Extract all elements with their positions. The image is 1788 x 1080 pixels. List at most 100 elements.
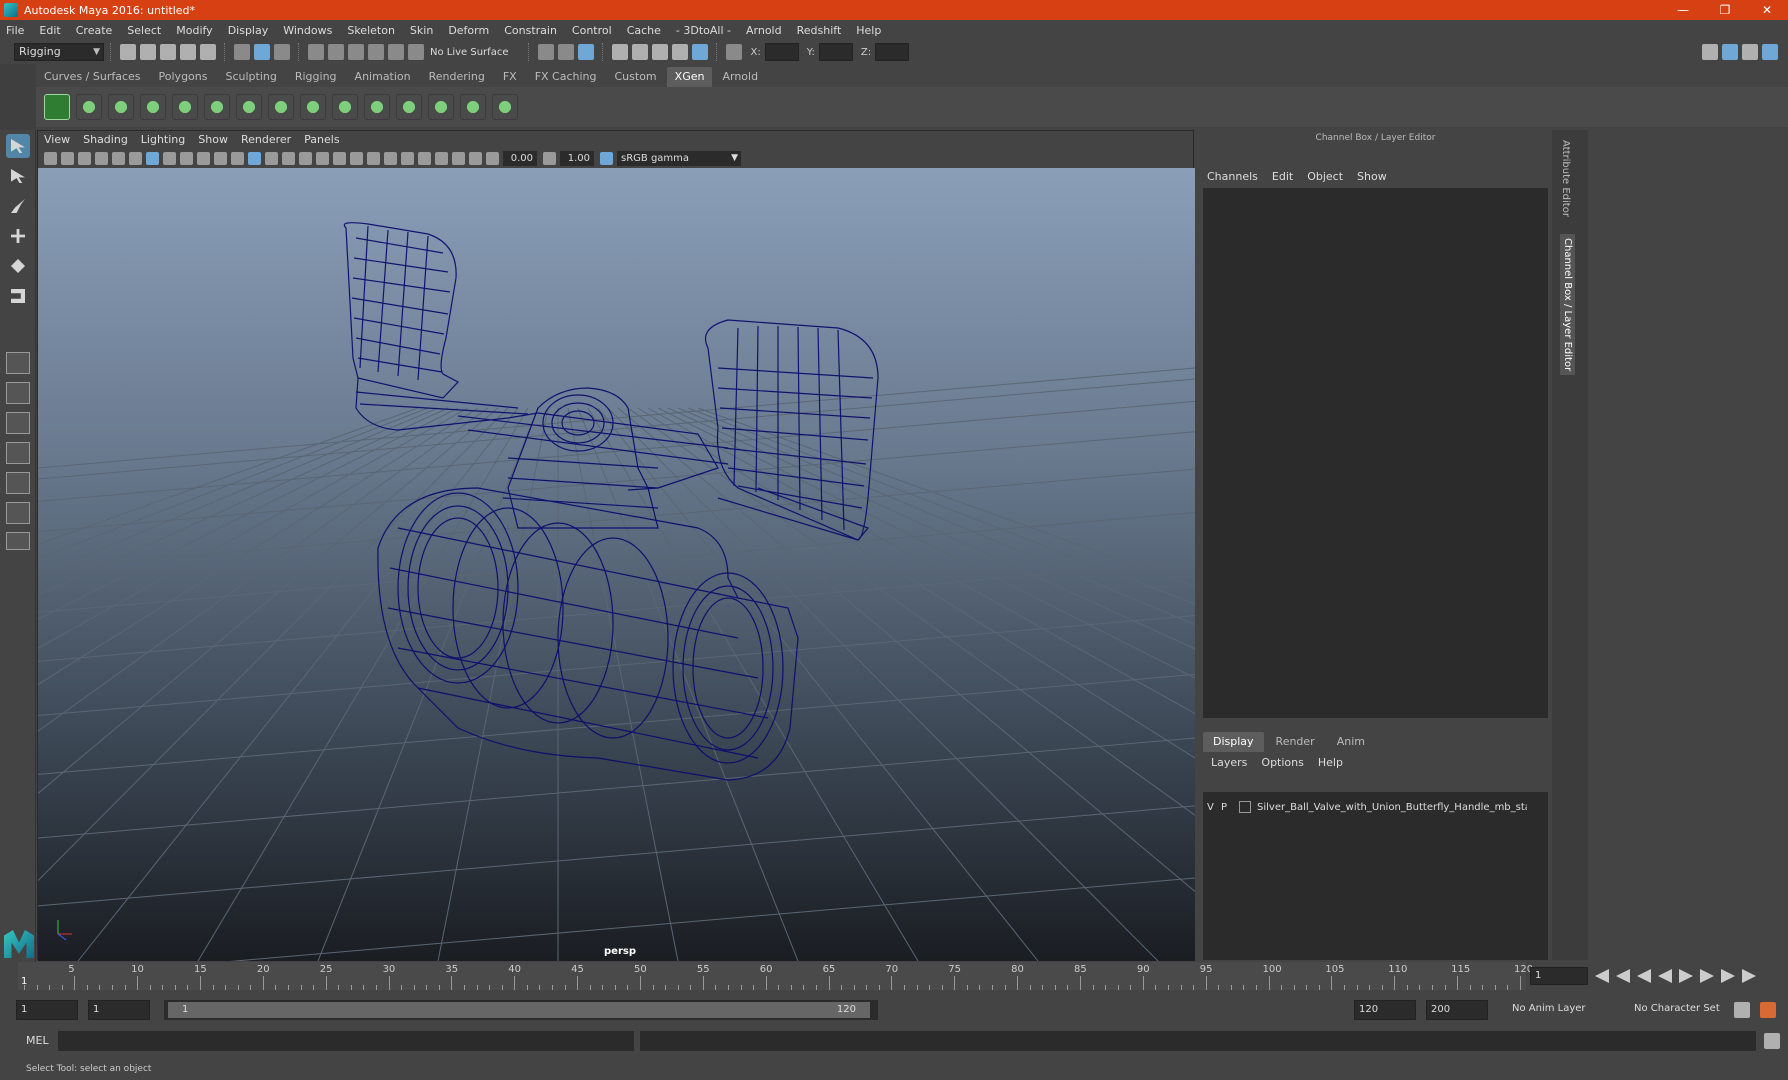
snap-grid-icon[interactable] — [308, 44, 324, 60]
shadows-icon[interactable] — [333, 151, 346, 165]
range-slider-thumb[interactable]: 1 120 — [168, 1002, 870, 1018]
exposure-field[interactable]: 0.00 — [503, 150, 537, 166]
menu-control[interactable]: Control — [572, 24, 612, 37]
xgen-rebuild-icon[interactable] — [396, 94, 422, 120]
start-time-field[interactable]: 1 — [16, 1000, 78, 1020]
open-scene-icon[interactable] — [140, 44, 156, 60]
select-tool-icon[interactable] — [6, 134, 30, 158]
persp-graph-layout-icon[interactable] — [6, 442, 30, 464]
play-backwards-icon[interactable] — [1658, 969, 1672, 983]
field-chart-icon[interactable] — [214, 151, 227, 165]
menu-skin[interactable]: Skin — [410, 24, 433, 37]
select-by-hierarchy-icon[interactable] — [234, 44, 250, 60]
wireframe-shading-icon[interactable] — [248, 151, 261, 165]
depth-of-field-icon[interactable] — [401, 151, 414, 165]
auto-key-icon[interactable] — [1734, 1002, 1750, 1018]
outliner-persp-layout-icon[interactable] — [6, 502, 30, 524]
tab-fx[interactable]: FX — [495, 67, 525, 87]
persp-hypershade-layout-icon[interactable] — [6, 472, 30, 494]
le-menu-help[interactable]: Help — [1318, 756, 1343, 769]
playback-end-field[interactable]: 120 — [1354, 1000, 1416, 1020]
grease-pencil-icon[interactable] — [129, 151, 142, 165]
four-view-layout-icon[interactable] — [6, 382, 30, 404]
character-set-dropdown[interactable]: No Character Set — [1630, 1000, 1740, 1020]
end-time-field[interactable]: 200 — [1426, 1000, 1488, 1020]
cb-menu-show[interactable]: Show — [1357, 170, 1387, 183]
render-settings-icon[interactable] — [672, 44, 689, 60]
menu-arnold[interactable]: Arnold — [746, 24, 782, 37]
tab-curves-surfaces[interactable]: Curves / Surfaces — [36, 67, 149, 87]
textured-icon[interactable] — [299, 151, 312, 165]
menu-display[interactable]: Display — [228, 24, 269, 37]
xray-icon[interactable] — [435, 151, 448, 165]
snap-curve-icon[interactable] — [328, 44, 344, 60]
select-by-component-icon[interactable] — [274, 44, 290, 60]
attribute-editor-tab[interactable]: Attribute Editor — [1560, 140, 1571, 217]
hypershade-icon[interactable] — [692, 44, 709, 60]
construction-history-icon[interactable] — [578, 44, 595, 60]
le-menu-options[interactable]: Options — [1261, 756, 1303, 769]
menu-constrain[interactable]: Constrain — [504, 24, 557, 37]
xgen-create-description-icon[interactable] — [108, 94, 134, 120]
save-scene-icon[interactable] — [160, 44, 176, 60]
vp-menu-view[interactable]: View — [44, 133, 70, 146]
transform-mode-icon[interactable] — [726, 44, 743, 60]
tab-display[interactable]: Display — [1203, 732, 1264, 752]
xgen-lock-length-icon[interactable] — [268, 94, 294, 120]
paint-select-tool-icon[interactable] — [6, 194, 30, 218]
range-slider[interactable]: 1 120 — [164, 1000, 878, 1020]
tab-rendering[interactable]: Rendering — [421, 67, 493, 87]
menu-file[interactable]: File — [6, 24, 24, 37]
safe-action-icon[interactable] — [231, 151, 244, 165]
go-to-start-icon[interactable] — [1595, 969, 1609, 983]
menu-skeleton[interactable]: Skeleton — [347, 24, 395, 37]
screen-space-ao-icon[interactable] — [350, 151, 363, 165]
xgen-comb-icon[interactable] — [460, 94, 486, 120]
move-tool-icon[interactable] — [6, 224, 30, 248]
xgen-layer-icon[interactable] — [364, 94, 390, 120]
tab-xgen[interactable]: XGen — [666, 67, 713, 87]
film-gate-icon[interactable] — [163, 151, 176, 165]
input-history-icon[interactable] — [538, 44, 555, 60]
motion-blur-icon[interactable] — [367, 151, 380, 165]
cb-menu-channels[interactable]: Channels — [1207, 170, 1258, 183]
menu-create[interactable]: Create — [76, 24, 113, 37]
xgen-preview-icon[interactable] — [76, 94, 102, 120]
custom-layout-icon[interactable] — [6, 532, 30, 550]
xgen-sculpt-guides-icon[interactable] — [204, 94, 230, 120]
gamma-field[interactable]: 1.00 — [560, 150, 594, 166]
menu-modify[interactable]: Modify — [176, 24, 212, 37]
animation-preferences-icon[interactable] — [1760, 1002, 1776, 1018]
vp-menu-shading[interactable]: Shading — [83, 133, 128, 146]
exposure-icon[interactable] — [486, 151, 499, 165]
anti-aliasing-icon[interactable] — [384, 151, 397, 165]
menu-deform[interactable]: Deform — [448, 24, 489, 37]
channel-box-area[interactable] — [1203, 188, 1548, 718]
xgen-add-cv-icon[interactable] — [236, 94, 262, 120]
output-history-icon[interactable] — [558, 44, 575, 60]
tab-fx-caching[interactable]: FX Caching — [527, 67, 605, 87]
live-surface-label[interactable]: No Live Surface — [430, 47, 508, 58]
xray-active-icon[interactable] — [452, 151, 465, 165]
valve-model-wireframe[interactable] — [343, 222, 879, 781]
select-by-object-icon[interactable] — [254, 44, 270, 60]
magnet-icon[interactable] — [408, 44, 424, 60]
xgen-editor-icon[interactable] — [44, 94, 70, 120]
select-camera-icon[interactable] — [44, 151, 57, 165]
2d-pan-zoom-icon[interactable] — [112, 151, 125, 165]
play-forwards-icon[interactable] — [1679, 969, 1693, 983]
layer-color-swatch[interactable] — [1239, 801, 1251, 813]
color-management-icon[interactable] — [600, 151, 613, 165]
maximize-button[interactable]: ❐ — [1704, 0, 1746, 20]
isolate-select-icon[interactable] — [418, 151, 431, 165]
bookmark-icon[interactable] — [78, 151, 91, 165]
z-field[interactable] — [875, 43, 910, 61]
script-language-label[interactable]: MEL — [26, 1034, 49, 1047]
menu-windows[interactable]: Windows — [283, 24, 332, 37]
ipr-render-icon[interactable] — [652, 44, 669, 60]
vp-menu-show[interactable]: Show — [198, 133, 228, 146]
cb-menu-edit[interactable]: Edit — [1272, 170, 1293, 183]
menu-select[interactable]: Select — [127, 24, 161, 37]
camera-attributes-icon[interactable] — [61, 151, 74, 165]
gamma-icon[interactable] — [543, 151, 556, 165]
